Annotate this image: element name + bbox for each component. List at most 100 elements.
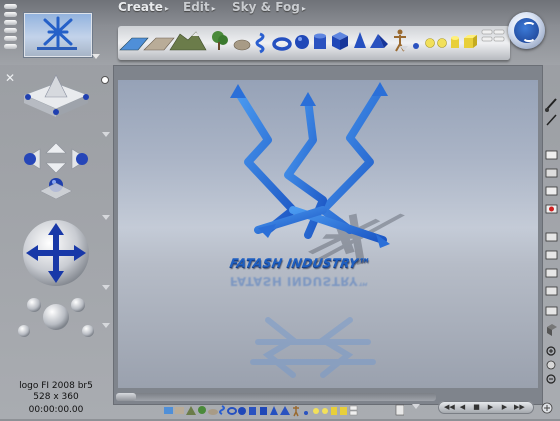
fast-forward-icon[interactable]: ▶▶	[514, 404, 525, 411]
light-slab-icon[interactable]	[481, 29, 505, 42]
brush-icon[interactable]	[545, 98, 557, 112]
tree-icon[interactable]	[198, 406, 206, 414]
cube-yellow-icon[interactable]	[464, 35, 477, 48]
trackball-menu-chevron-down-icon[interactable]	[102, 215, 110, 220]
paint-icon[interactable]	[545, 168, 558, 178]
cylinder-yellow-icon[interactable]	[331, 407, 337, 415]
rock-icon[interactable]	[208, 409, 218, 415]
cylinder-icon[interactable]	[249, 407, 256, 415]
list-icon[interactable]	[545, 232, 558, 242]
zoom-menu-chevron-down-icon[interactable]	[102, 323, 110, 328]
figure-icon[interactable]	[293, 406, 299, 417]
stone-plane-icon[interactable]	[175, 407, 184, 414]
water-plane-icon[interactable]	[164, 407, 173, 414]
cylinder-icon[interactable]	[314, 33, 326, 50]
tab-create[interactable]: Create ▸	[118, 0, 169, 14]
pen-icon[interactable]	[546, 114, 557, 126]
shelf-icons	[119, 29, 505, 54]
torus-icon[interactable]	[227, 407, 237, 415]
document-name: logo FI 2008 br5	[19, 381, 93, 391]
render-viewport[interactable]: FATASH INDUSTRY™ FATASH INDUSTRY™	[118, 80, 538, 388]
rewind-icon[interactable]: ◀◀	[444, 404, 455, 411]
mountain-terrain-icon[interactable]	[186, 406, 196, 415]
shelf-chevron-down-icon[interactable]	[400, 46, 408, 51]
scene-logo-text-reflection: FATASH INDUSTRY™	[228, 274, 372, 288]
window-controls[interactable]	[4, 4, 18, 52]
nano-preview-thumbnail[interactable]	[24, 13, 92, 57]
pyramid-icon[interactable]	[280, 406, 290, 415]
small-sphere-icon[interactable]	[413, 43, 419, 49]
camera-control-panel: ✕	[0, 65, 112, 385]
menu-icon[interactable]	[545, 286, 558, 296]
tree-icon[interactable]	[212, 31, 228, 50]
cube-yellow-icon[interactable]	[340, 407, 347, 415]
camera-trackball-icon[interactable]	[23, 142, 89, 200]
stack-icon[interactable]	[545, 306, 558, 316]
sphere-icon[interactable]	[238, 407, 246, 415]
bottom-shelf-chevron-down-icon[interactable]	[412, 404, 420, 409]
render-options-icon[interactable]	[541, 402, 553, 414]
pyramid-icon[interactable]	[370, 34, 388, 48]
play-icon[interactable]: ▶	[486, 404, 495, 411]
bulb-icon[interactable]	[313, 408, 328, 414]
tab-edit-label: Edit	[183, 0, 210, 14]
rock-icon[interactable]	[233, 39, 251, 51]
cone-icon[interactable]	[270, 406, 278, 415]
text-a-icon[interactable]	[545, 250, 558, 260]
director-menu-chevron-down-icon[interactable]	[102, 132, 110, 137]
camera-zoom-spheres-icon[interactable]	[18, 298, 94, 337]
shape-icon[interactable]	[545, 186, 558, 196]
tab-sky-fog-label: Sky & Fog	[232, 0, 300, 14]
water-plane-icon[interactable]	[119, 37, 149, 51]
stone-plane-icon[interactable]	[143, 37, 175, 51]
spiral-icon[interactable]	[219, 405, 225, 415]
cube-tool-icon[interactable]	[547, 324, 557, 336]
create-object-shelf	[118, 26, 510, 60]
camera-radio[interactable]	[101, 76, 109, 84]
cross-menu-chevron-down-icon[interactable]	[102, 285, 110, 290]
timeline-thumb[interactable]	[116, 393, 136, 401]
chevron-right-icon: ▸	[211, 4, 216, 13]
light-slab-icon[interactable]	[349, 405, 358, 416]
tab-edit[interactable]: Edit ▸	[183, 0, 216, 14]
bottom-shelf-icons	[164, 404, 405, 417]
grid-icon[interactable]	[545, 268, 558, 278]
s-logo-icon	[522, 22, 536, 42]
zoom-out-icon[interactable]	[546, 374, 556, 384]
camera-cross-control-icon[interactable]	[23, 220, 89, 286]
stop-icon[interactable]: ■	[472, 404, 481, 411]
director-view-icon[interactable]	[22, 74, 90, 117]
nano-preview-logo-icon	[37, 16, 77, 50]
camera-controls-graphics	[18, 74, 94, 337]
bulb-icon[interactable]	[425, 38, 447, 48]
step-back-icon[interactable]: ◀	[458, 404, 467, 411]
top-toolbar: Create ▸ Edit ▸ Sky & Fog ▸	[0, 0, 560, 65]
torus-icon[interactable]	[272, 37, 292, 51]
timeline-scrubber[interactable]	[116, 393, 436, 401]
chevron-right-icon: ▸	[301, 4, 306, 13]
display-icon[interactable]	[545, 150, 558, 160]
preview-menu-chevron-down-icon[interactable]	[92, 54, 100, 59]
cube-icon[interactable]	[260, 407, 267, 415]
close-icon[interactable]: ✕	[5, 71, 15, 85]
document-dimensions: 528 x 360	[33, 392, 79, 402]
app-logo-button[interactable]	[508, 12, 545, 49]
tab-sky-fog[interactable]: Sky & Fog ▸	[232, 0, 306, 14]
mountain-terrain-icon[interactable]	[169, 31, 207, 51]
small-sphere-icon[interactable]	[304, 411, 308, 415]
record-icon[interactable]	[545, 204, 558, 214]
logo-reflection	[250, 317, 376, 378]
logo-symbol	[234, 86, 387, 244]
chevron-right-icon: ▸	[164, 4, 169, 13]
scene-logo-text: FATASH INDUSTRY™	[228, 256, 372, 270]
step-forward-icon[interactable]: ▶	[500, 404, 509, 411]
cylinder-yellow-icon[interactable]	[451, 36, 459, 48]
spiral-icon[interactable]	[255, 32, 265, 54]
zoom-in-icon[interactable]	[546, 346, 556, 356]
tab-create-label: Create	[118, 0, 163, 14]
sphere-icon[interactable]	[295, 35, 309, 49]
hand-icon[interactable]	[546, 360, 556, 370]
cube-icon[interactable]	[332, 32, 348, 50]
cone-icon[interactable]	[354, 32, 366, 48]
view-toggle-icon[interactable]	[395, 404, 405, 416]
